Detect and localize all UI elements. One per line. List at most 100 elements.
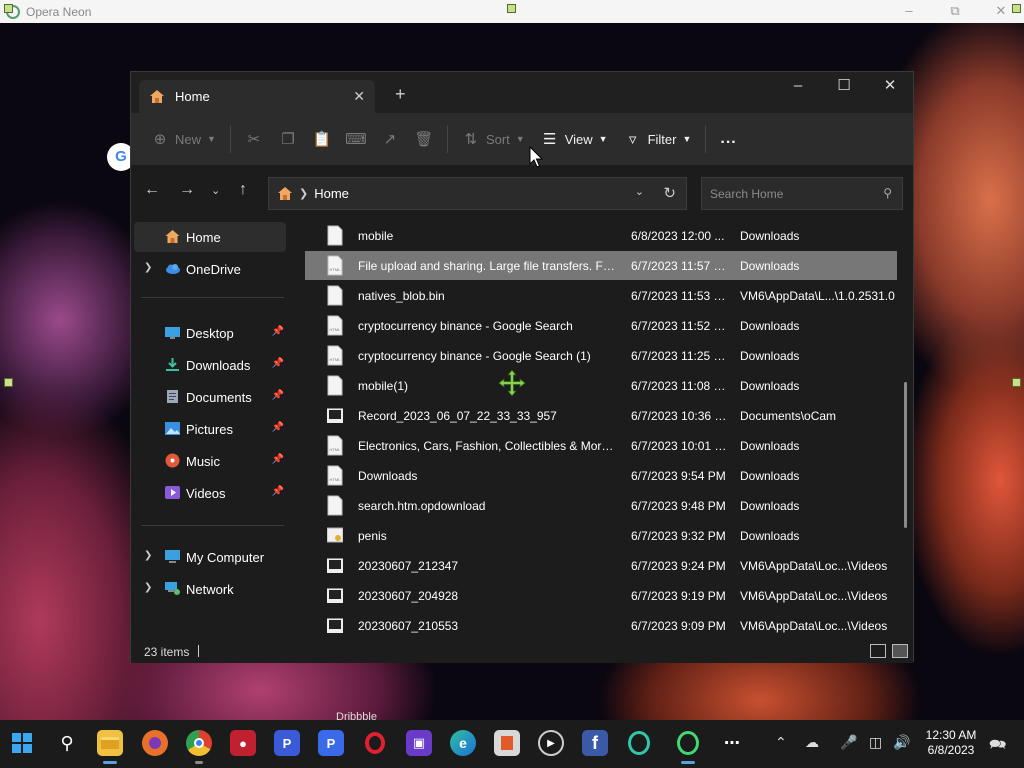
resize-handle-top[interactable] <box>507 4 516 13</box>
close-window-icon[interactable]: ✕ <box>867 72 913 102</box>
delete-button[interactable]: 🗑 <box>407 123 441 155</box>
file-date: 6/7/2023 9:24 PM <box>631 559 726 573</box>
file-row[interactable]: HTML Electronics, Cars, Fashion, Collecti… <box>305 431 897 460</box>
sidebar-item-my-computer[interactable]: ❯ My Computer <box>134 542 286 572</box>
search-input[interactable] <box>710 186 870 201</box>
sidebar-item-pictures[interactable]: Pictures 📌 <box>134 414 286 444</box>
details-view-icon[interactable] <box>870 644 886 658</box>
file-date: 6/7/2023 11:57 P... <box>631 259 729 273</box>
network-status-icon[interactable]: ◫ <box>869 734 882 751</box>
pin-icon[interactable]: 📌 <box>272 390 284 401</box>
pin-icon[interactable]: 📌 <box>272 326 284 337</box>
pin-icon[interactable]: 📌 <box>272 422 284 433</box>
microphone-icon[interactable]: 🎤 <box>840 734 857 751</box>
up-arrow-icon[interactable]: ↑ <box>239 181 247 199</box>
address-dropdown-icon[interactable]: ⌄ <box>635 185 644 198</box>
sidebar-item-onedrive[interactable]: ❯ OneDrive <box>134 254 286 284</box>
taskbar-opera[interactable] <box>362 730 388 756</box>
resize-handle-top-left[interactable] <box>4 4 13 13</box>
taskbar-facebook[interactable]: f <box>582 730 608 756</box>
file-row[interactable]: Record_2023_06_07_22_33_33_957 6/7/2023 1… <box>305 401 897 430</box>
paste-button[interactable]: 📋 <box>305 123 339 155</box>
tab-home[interactable]: Home ✕ <box>139 80 375 113</box>
forward-arrow-icon[interactable]: → <box>179 181 195 199</box>
file-row[interactable]: mobile 6/8/2023 12:00 ... Downloads <box>305 221 897 250</box>
opera-restore-icon[interactable]: ⧉ <box>932 0 978 23</box>
tray-chevron-icon[interactable]: ⌃ <box>775 734 787 751</box>
file-row[interactable]: 20230607_204928 6/7/2023 9:19 PM VM6\AppDa… <box>305 581 897 610</box>
sort-button[interactable]: ⇅ Sort ▼ <box>454 123 533 155</box>
file-list-scrollbar[interactable] <box>904 382 907 528</box>
file-row[interactable]: HTML File upload and sharing. Large file … <box>305 251 897 280</box>
file-date: 6/7/2023 10:01 P... <box>631 439 729 453</box>
file-row[interactable]: 20230607_212347 6/7/2023 9:24 PM VM6\AppDa… <box>305 551 897 580</box>
taskbar-overflow-button[interactable]: ⋯ <box>719 730 745 756</box>
close-tab-icon[interactable]: ✕ <box>353 88 365 105</box>
taskbar-media-player[interactable]: ▶ <box>538 730 564 756</box>
taskbar-clock[interactable]: 12:30 AM 6/8/2023 <box>916 728 986 758</box>
expand-chevron-icon[interactable]: ❯ <box>144 550 152 561</box>
file-name: penis <box>358 529 387 543</box>
video-icon <box>165 486 180 499</box>
taskbar-file-explorer[interactable] <box>97 730 123 764</box>
more-options-button[interactable]: ... <box>712 123 744 155</box>
rename-button[interactable]: ⌨ <box>339 123 373 155</box>
toolbar-divider <box>229 125 231 153</box>
file-row[interactable]: HTML Downloads 6/7/2023 9:54 PM Downloads <box>305 461 897 490</box>
sidebar-item-network[interactable]: ❯ Network <box>134 574 286 604</box>
new-tab-icon[interactable]: + <box>395 84 406 105</box>
resize-handle-top-right[interactable] <box>1012 4 1021 13</box>
refresh-icon[interactable]: ↻ <box>663 184 676 202</box>
pin-icon[interactable]: 📌 <box>272 454 284 465</box>
file-row[interactable]: penis 6/7/2023 9:32 PM Downloads <box>305 521 897 550</box>
maximize-icon[interactable]: ☐ <box>821 72 867 102</box>
large-icons-view-icon[interactable] <box>892 644 908 658</box>
opera-minimize-icon[interactable]: – <box>886 0 932 23</box>
file-row[interactable]: natives_blob.bin 6/7/2023 11:53 P... VM6\A… <box>305 281 897 310</box>
start-button[interactable] <box>9 730 35 756</box>
recent-chevron-icon[interactable]: ⌄ <box>211 184 220 197</box>
taskbar-opera-neon[interactable] <box>626 730 652 756</box>
resize-handle-right[interactable] <box>1012 378 1021 387</box>
sidebar-item-desktop[interactable]: Desktop 📌 <box>134 318 286 348</box>
taskbar-recorder[interactable]: ● <box>230 730 256 756</box>
file-row[interactable]: mobile(1) 6/7/2023 11:08 P... Downloads <box>305 371 897 400</box>
taskbar-edge[interactable]: e <box>450 730 476 756</box>
address-bar[interactable]: ❯ Home ⌄ ↻ <box>268 177 687 210</box>
taskbar-office[interactable] <box>494 730 520 756</box>
onedrive-cloud-icon[interactable]: ☁ <box>805 734 819 751</box>
share-button[interactable]: ↗ <box>373 123 407 155</box>
sidebar-item-documents[interactable]: Documents 📌 <box>134 382 286 412</box>
notification-icon[interactable]: 🗪 <box>989 734 1006 758</box>
taskbar-opera-neon-active[interactable] <box>675 730 701 764</box>
filter-button[interactable]: ▿ Filter ▼ <box>616 123 700 155</box>
new-button[interactable]: ⊕ New ▼ <box>143 123 224 155</box>
cut-button[interactable]: ✂ <box>237 123 271 155</box>
search-box[interactable]: ⚲ <box>701 177 903 210</box>
volume-icon[interactable]: 🔊 <box>893 734 910 751</box>
breadcrumb-home[interactable]: Home <box>314 186 349 201</box>
taskbar-firefox[interactable] <box>142 730 168 756</box>
sidebar-item-music[interactable]: Music 📌 <box>134 446 286 476</box>
file-row[interactable]: HTML cryptocurrency binance - Google Sear… <box>305 311 897 340</box>
file-row[interactable]: search.htm.opdownload 6/7/2023 9:48 PM Dow… <box>305 491 897 520</box>
minimize-icon[interactable]: – <box>775 72 821 102</box>
file-row[interactable]: HTML cryptocurrency binance - Google Sear… <box>305 341 897 370</box>
sidebar-item-videos[interactable]: Videos 📌 <box>134 478 286 508</box>
view-button[interactable]: ☰ View ▼ <box>533 123 616 155</box>
sidebar-item-home[interactable]: Home <box>134 222 286 252</box>
taskbar-chrome[interactable] <box>186 730 212 764</box>
taskbar-search-button[interactable]: ⚲ <box>54 730 80 756</box>
taskbar-app-p2[interactable]: P <box>318 730 344 756</box>
back-arrow-icon[interactable]: ← <box>144 181 160 199</box>
copy-button[interactable]: ❐ <box>271 123 305 155</box>
expand-chevron-icon[interactable]: ❯ <box>144 262 152 273</box>
resize-handle-left[interactable] <box>4 378 13 387</box>
file-row[interactable]: 20230607_210553 6/7/2023 9:09 PM VM6\AppDa… <box>305 611 897 640</box>
pin-icon[interactable]: 📌 <box>272 358 284 369</box>
sidebar-item-downloads[interactable]: Downloads 📌 <box>134 350 286 380</box>
taskbar-app-p1[interactable]: P <box>274 730 300 756</box>
taskbar-video-editor[interactable]: ▣ <box>406 730 432 756</box>
pin-icon[interactable]: 📌 <box>272 486 284 497</box>
expand-chevron-icon[interactable]: ❯ <box>144 582 152 593</box>
